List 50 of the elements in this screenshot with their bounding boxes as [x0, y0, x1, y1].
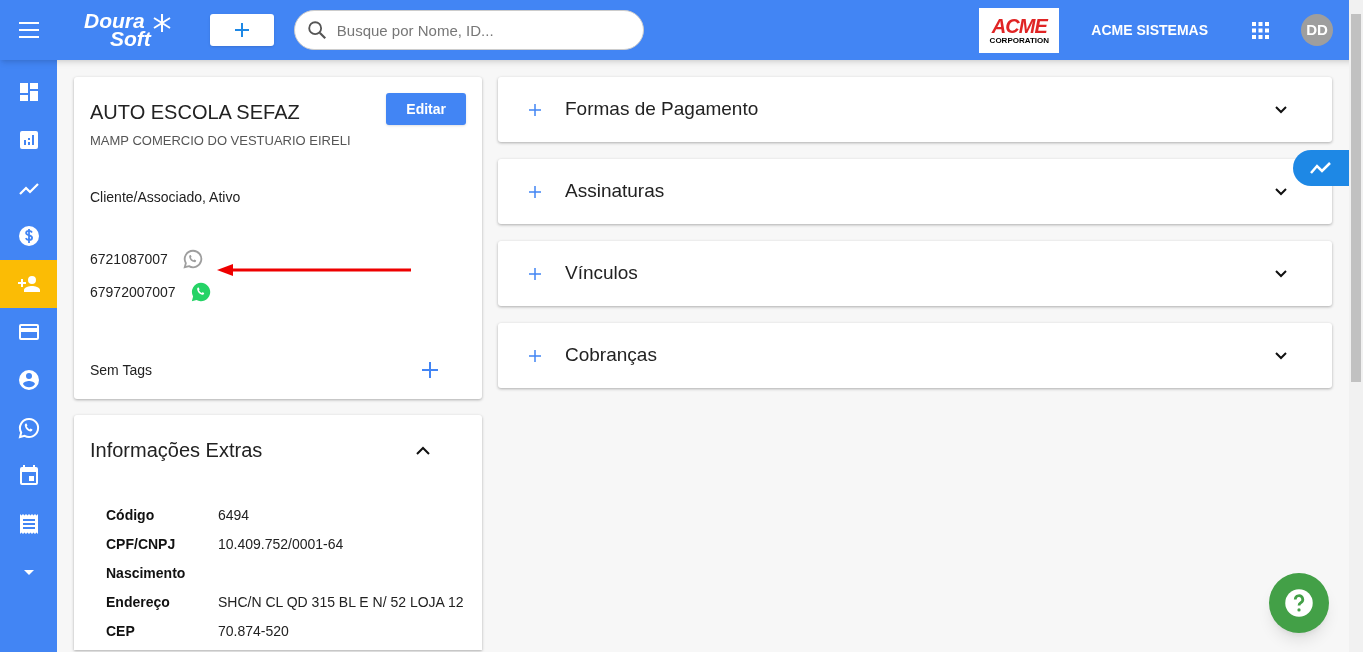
search-icon — [305, 19, 328, 41]
plus-icon — [529, 185, 541, 198]
field-value: SHC/N CL QD 315 BL E N/ 52 LOJA 12 — [218, 593, 464, 612]
field-label: CEP — [106, 622, 136, 641]
company-name[interactable]: ACME SISTEMAS — [1091, 19, 1208, 41]
caret-down-icon — [23, 569, 34, 575]
field-value: 70.874-520 — [218, 622, 289, 641]
phone-number: 67972007007 — [90, 282, 176, 302]
company-logo: ACME CORPORATION — [979, 7, 1060, 53]
dollar-icon — [16, 224, 41, 248]
section-title: Vínculos — [565, 261, 639, 286]
plus-icon — [233, 22, 250, 38]
section-title: Formas de Pagamento — [565, 97, 760, 122]
panel-title: Informações Extras — [90, 438, 263, 463]
search-field[interactable]: Busque por Nome, ID... — [293, 10, 644, 50]
plus-icon — [529, 267, 541, 280]
whatsapp-icon[interactable] — [181, 248, 204, 270]
section-title: Cobranças — [565, 343, 658, 368]
client-name: AUTO ESCOLA SEFAZ — [90, 100, 301, 125]
add-button[interactable] — [209, 14, 274, 46]
chevron-up-icon[interactable] — [416, 445, 430, 455]
accordion-panel[interactable]: Formas de Pagamento — [498, 77, 1332, 142]
apps-grid-icon[interactable] — [1252, 21, 1269, 39]
trend-line-icon — [1310, 161, 1332, 175]
field-value: 10.409.752/0001-64 — [218, 535, 344, 554]
tags-label: Sem Tags — [90, 360, 152, 380]
section-title: Assinaturas — [565, 179, 666, 204]
app-logo: Doura Soft — [84, 11, 172, 49]
phone-number: 6721087007 — [90, 249, 168, 269]
accordion-panel[interactable]: Cobranças — [498, 323, 1332, 388]
field-label: Código — [106, 506, 156, 525]
field-value: 6494 — [218, 506, 250, 525]
edit-button[interactable]: Editar — [386, 93, 466, 125]
field-label: Endereço — [106, 593, 171, 612]
plus-icon — [529, 103, 541, 116]
field-label: CPF/CNPJ — [106, 535, 177, 554]
add-tag-icon[interactable] — [422, 362, 438, 378]
company-name: MAMP COMERCIO DO VESTUARIO EIRELI — [90, 132, 351, 150]
help-icon — [1284, 588, 1314, 618]
plus-icon — [529, 349, 541, 362]
menu-icon[interactable] — [19, 22, 39, 38]
whatsapp-icon — [16, 416, 41, 440]
help-button[interactable] — [1269, 573, 1329, 633]
accordion-panel[interactable]: Vínculos — [498, 241, 1332, 306]
field-label: Nascimento — [106, 564, 187, 583]
chart-tab-button[interactable] — [1293, 150, 1349, 186]
scrollbar-thumb[interactable] — [1351, 14, 1361, 382]
whatsapp-icon[interactable] — [189, 281, 212, 303]
accordion-panel[interactable]: Assinaturas — [498, 159, 1332, 224]
client-status: Cliente/Associado, Ativo — [90, 187, 242, 207]
